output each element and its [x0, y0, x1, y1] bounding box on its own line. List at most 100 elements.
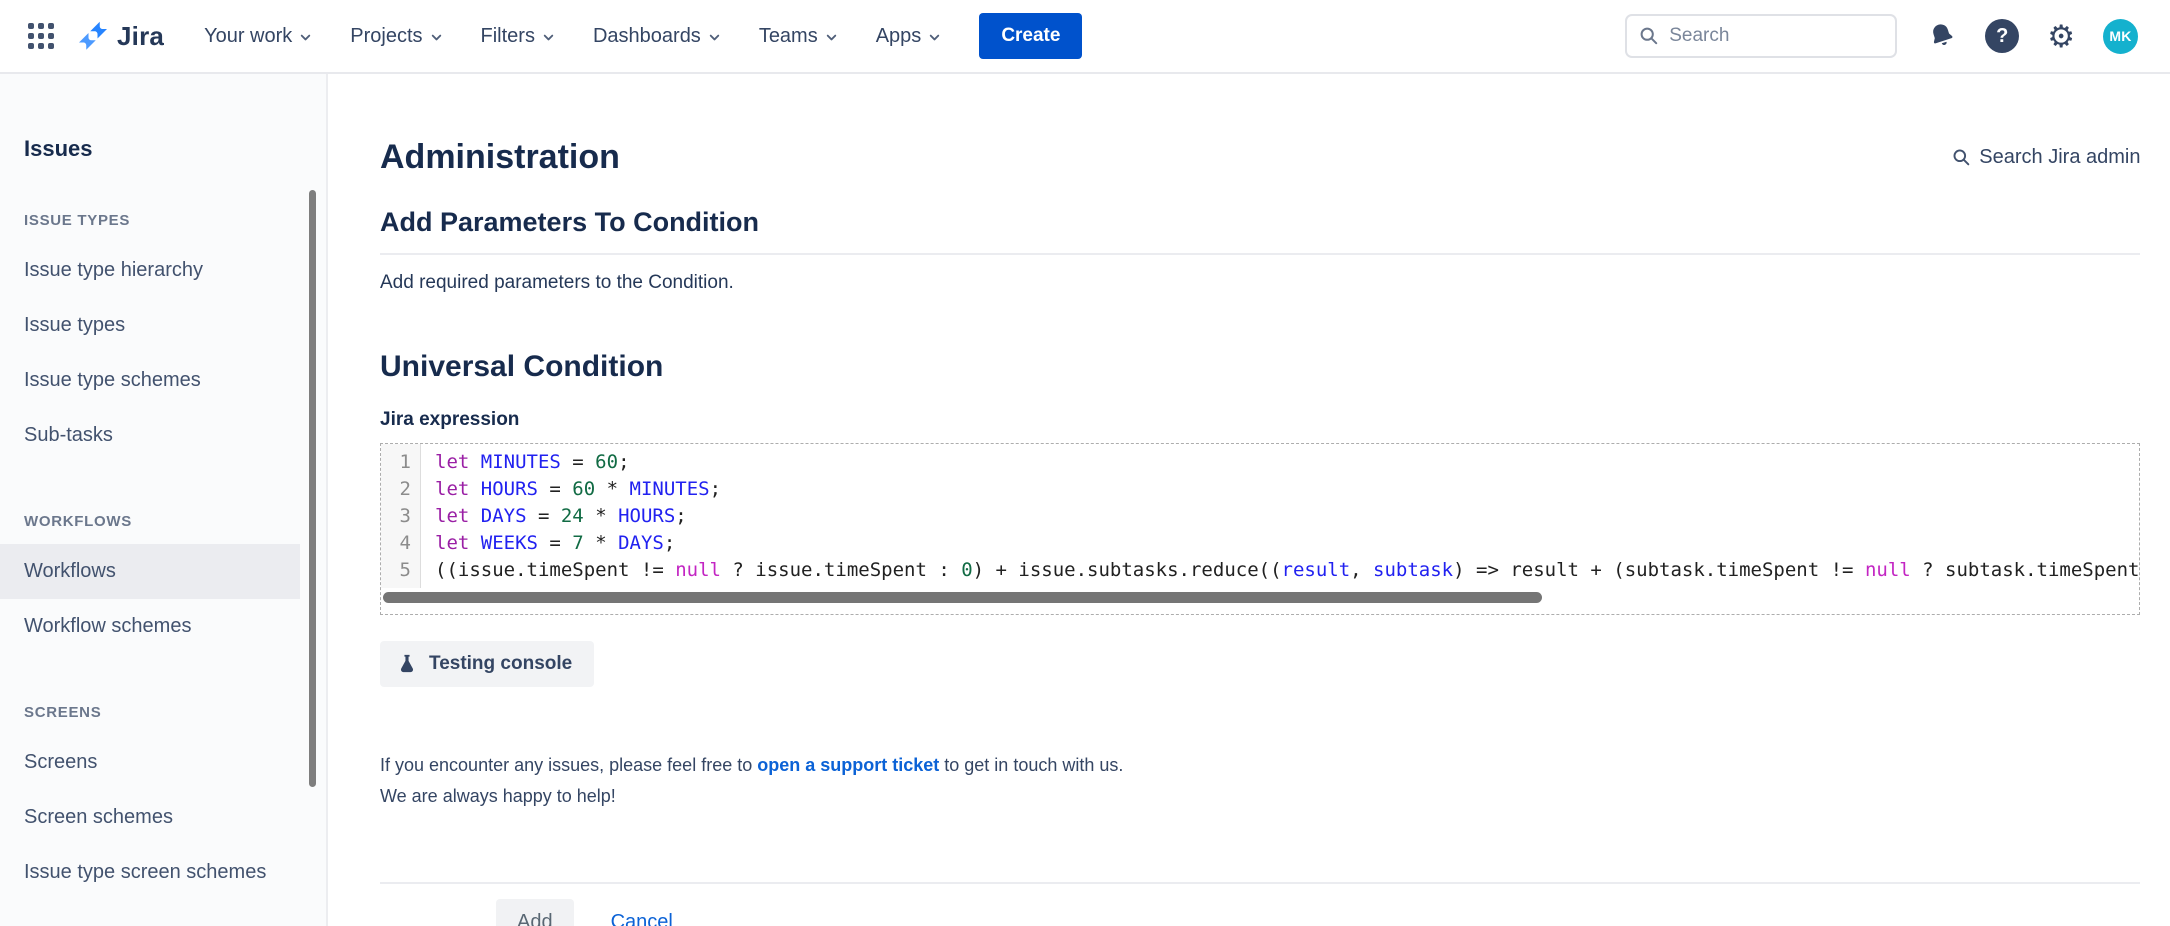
settings-button[interactable]: ⚙ [2047, 21, 2075, 52]
code-token: * [584, 532, 618, 554]
sidebar-scrollbar[interactable] [309, 190, 316, 787]
testing-console-label: Testing console [429, 653, 572, 675]
code-token: ((issue.timeSpent != [435, 559, 675, 581]
nav-item-teams[interactable]: Teams [759, 25, 838, 48]
code-token: = [527, 505, 561, 527]
line-number: 2 [381, 476, 420, 503]
code-token: * [584, 505, 618, 527]
navbar-left: Jira Your work Projects Filters Dashboards T… [28, 13, 1082, 59]
main-menu: Your work Projects Filters Dashboards Teams A… [204, 25, 979, 48]
nav-item-label: Projects [350, 25, 422, 48]
code-editor[interactable]: 12345 let MINUTES = 60;let HOURS = 60 * … [380, 443, 2140, 615]
nav-item-filters[interactable]: Filters [481, 25, 555, 48]
code-token: ; [710, 478, 721, 500]
jira-logo-icon [78, 21, 108, 51]
code-token: = [538, 532, 572, 554]
body-wrap: Issues ISSUE TYPESIssue type hierarchyIs… [0, 74, 2170, 926]
navbar-right: ? ⚙ MK [1625, 14, 2140, 58]
code-token: 60 [572, 478, 595, 500]
code-token: result [1282, 559, 1351, 581]
code-token: ; [618, 451, 629, 473]
global-search[interactable] [1625, 14, 1897, 58]
notifications-button[interactable] [1927, 21, 1957, 51]
code-token: 7 [572, 532, 583, 554]
line-number: 3 [381, 503, 420, 530]
sidebar-item-screen-schemes[interactable]: Screen schemes [0, 790, 326, 845]
nav-item-apps[interactable]: Apps [876, 25, 942, 48]
code-token: ? subtask.timeSpent [1911, 559, 2140, 581]
code-token: , [1350, 559, 1373, 581]
nav-item-dashboards[interactable]: Dashboards [593, 25, 721, 48]
support-text-after: to get in touch with us. [939, 755, 1123, 775]
chevron-down-icon [928, 31, 941, 44]
code-token: ) => result + (subtask.timeSpent != [1453, 559, 1865, 581]
editor-line[interactable]: let HOURS = 60 * MINUTES; [435, 476, 2139, 503]
question-mark-icon: ? [1985, 19, 2019, 53]
code-token: let [435, 532, 481, 554]
sidebar-section-workflows: WORKFLOWS [24, 513, 302, 530]
sidebar-section-screens: SCREENS [24, 704, 302, 721]
editor-line[interactable]: let MINUTES = 60; [435, 449, 2139, 476]
chevron-down-icon [542, 31, 555, 44]
line-number: 4 [381, 530, 420, 557]
app-switcher-icon[interactable] [28, 23, 54, 49]
sidebar-item-screens[interactable]: Screens [0, 735, 326, 790]
user-avatar[interactable]: MK [2103, 19, 2138, 54]
sidebar-item-issue-type-screen-schemes[interactable]: Issue type screen schemes [0, 845, 326, 900]
sidebar-item-workflow-schemes[interactable]: Workflow schemes [0, 599, 326, 654]
subsection-title: Universal Condition [380, 350, 2140, 384]
section-title: Add Parameters To Condition [380, 207, 2140, 255]
search-jira-admin-label: Search Jira admin [1979, 146, 2140, 169]
code-token: subtask [1373, 559, 1453, 581]
title-row: Administration Search Jira admin [380, 138, 2140, 177]
sidebar-item-issue-type-schemes[interactable]: Issue type schemes [0, 353, 326, 408]
code-token: let [435, 505, 481, 527]
editor-line[interactable]: let DAYS = 24 * HOURS; [435, 503, 2139, 530]
chevron-down-icon [299, 31, 312, 44]
code-token: null [675, 559, 721, 581]
flask-icon [396, 652, 418, 676]
jira-logo[interactable]: Jira [78, 21, 164, 52]
sidebar-item-issue-types[interactable]: Issue types [0, 298, 326, 353]
open-support-ticket-link[interactable]: open a support ticket [757, 755, 939, 775]
nav-item-projects[interactable]: Projects [350, 25, 442, 48]
code-token: ; [675, 505, 686, 527]
help-button[interactable]: ? [1985, 19, 2019, 53]
gear-icon: ⚙ [2047, 21, 2075, 52]
editor-hscroll-thumb[interactable] [383, 592, 1542, 603]
search-jira-admin-link[interactable]: Search Jira admin [1952, 146, 2140, 169]
add-button[interactable]: Add [496, 899, 574, 926]
nav-item-label: Teams [759, 25, 818, 48]
nav-item-your-work[interactable]: Your work [204, 25, 312, 48]
code-token: MINUTES [481, 451, 561, 473]
editor-line[interactable]: ((issue.timeSpent != null ? issue.timeSp… [435, 557, 2139, 584]
code-token: = [538, 478, 572, 500]
line-number-gutter: 12345 [381, 444, 421, 588]
code-token: WEEKS [481, 532, 538, 554]
code-token: * [595, 478, 629, 500]
search-icon [1952, 148, 1971, 167]
nav-item-label: Filters [481, 25, 535, 48]
editor-scroll: 12345 let MINUTES = 60;let HOURS = 60 * … [381, 444, 2139, 588]
code-token: ; [664, 532, 675, 554]
page-title: Administration [380, 138, 620, 177]
main-content: Administration Search Jira admin Add Par… [328, 74, 2170, 926]
code-token: 0 [961, 559, 972, 581]
code-token: HOURS [618, 505, 675, 527]
sidebar-item-issue-type-hierarchy[interactable]: Issue type hierarchy [0, 243, 326, 298]
create-button[interactable]: Create [979, 13, 1082, 59]
code-area[interactable]: let MINUTES = 60;let HOURS = 60 * MINUTE… [421, 444, 2139, 588]
editor-hscroll-track [381, 588, 2139, 614]
search-icon [1639, 26, 1659, 46]
line-number: 1 [381, 449, 420, 476]
sidebar-item-workflows[interactable]: Workflows [0, 544, 300, 599]
search-input[interactable] [1669, 25, 1883, 47]
jira-expression-label: Jira expression [380, 409, 2140, 431]
code-token: ) + issue.subtasks.reduce(( [973, 559, 1282, 581]
sidebar-item-sub-tasks[interactable]: Sub-tasks [0, 408, 326, 463]
code-token: let [435, 478, 481, 500]
editor-line[interactable]: let WEEKS = 7 * DAYS; [435, 530, 2139, 557]
sidebar-section-issue-types: ISSUE TYPES [24, 212, 302, 229]
cancel-link[interactable]: Cancel [611, 911, 673, 926]
testing-console-button[interactable]: Testing console [380, 641, 594, 687]
